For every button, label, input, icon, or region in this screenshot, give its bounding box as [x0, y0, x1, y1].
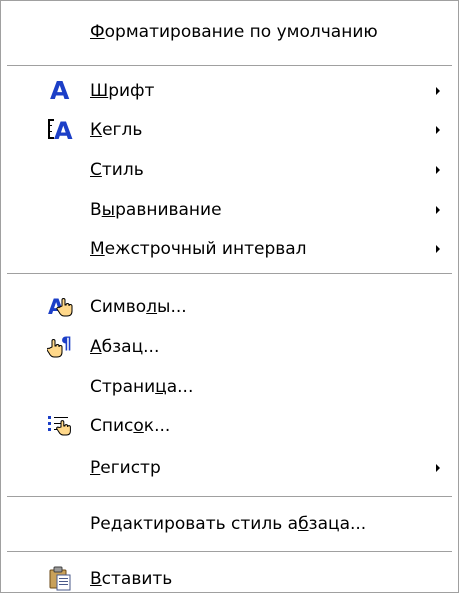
menu-item-label: Межстрочный интервал	[90, 238, 307, 259]
menu-item-alignment[interactable]: Выравнивание	[5, 191, 454, 228]
submenu-arrow-icon	[436, 206, 440, 214]
list-format-icon	[47, 411, 73, 439]
submenu-arrow-icon	[436, 126, 440, 134]
menu-item-label: Вставить	[90, 568, 173, 589]
menu-item-label: Форматирование по умолчанию	[90, 21, 378, 42]
menu-item-paste[interactable]: Вставить	[5, 560, 454, 597]
menu-item-label: Стиль	[90, 159, 144, 180]
font-letter-a-icon: A	[47, 76, 73, 105]
menu-item-label: Выравнивание	[90, 199, 222, 220]
font-size-icon: A	[47, 115, 73, 145]
menu-item-case[interactable]: Регистр	[5, 449, 454, 486]
submenu-arrow-icon	[436, 87, 440, 95]
menu-item-line-spacing[interactable]: Межстрочный интервал	[5, 230, 454, 267]
menu-item-label: Регистр	[90, 457, 161, 478]
menu-item-label: Шрифт	[90, 80, 155, 101]
submenu-arrow-icon	[436, 166, 440, 174]
menu-item-page[interactable]: Страница...	[5, 368, 454, 405]
menu-separator	[7, 496, 452, 498]
menu-item-style[interactable]: Стиль	[5, 151, 454, 188]
svg-text:A: A	[50, 76, 70, 104]
submenu-arrow-icon	[436, 464, 440, 472]
menu-item-label: Редактировать стиль абзаца...	[90, 513, 367, 534]
menu-item-font-size[interactable]: A Кегль	[5, 111, 454, 148]
context-menu: Форматирование по умолчанию A Шрифт A Ке…	[0, 0, 459, 593]
menu-item-font[interactable]: A Шрифт	[5, 72, 454, 109]
character-format-icon: A	[47, 292, 73, 320]
paragraph-format-icon: ¶	[46, 332, 73, 360]
submenu-arrow-icon	[436, 245, 440, 253]
menu-item-label: Страница...	[90, 376, 194, 397]
menu-item-label: Абзац...	[90, 336, 160, 357]
menu-separator	[7, 551, 452, 553]
menu-item-characters[interactable]: A Символы...	[5, 288, 454, 325]
menu-item-label: Список...	[90, 415, 171, 436]
menu-item-default-formatting[interactable]: Форматирование по умолчанию	[5, 13, 454, 50]
menu-separator	[7, 65, 452, 67]
svg-text:¶: ¶	[61, 334, 72, 354]
menu-item-label: Символы...	[90, 296, 187, 317]
menu-separator	[7, 273, 452, 275]
menu-item-list[interactable]: Список...	[5, 407, 454, 444]
menu-item-paragraph[interactable]: ¶ Абзац...	[5, 328, 454, 365]
menu-item-label: Кегль	[90, 119, 143, 140]
paste-icon	[47, 564, 73, 592]
menu-item-edit-paragraph-style[interactable]: Редактировать стиль абзаца...	[5, 505, 454, 542]
svg-text:A: A	[54, 117, 73, 143]
